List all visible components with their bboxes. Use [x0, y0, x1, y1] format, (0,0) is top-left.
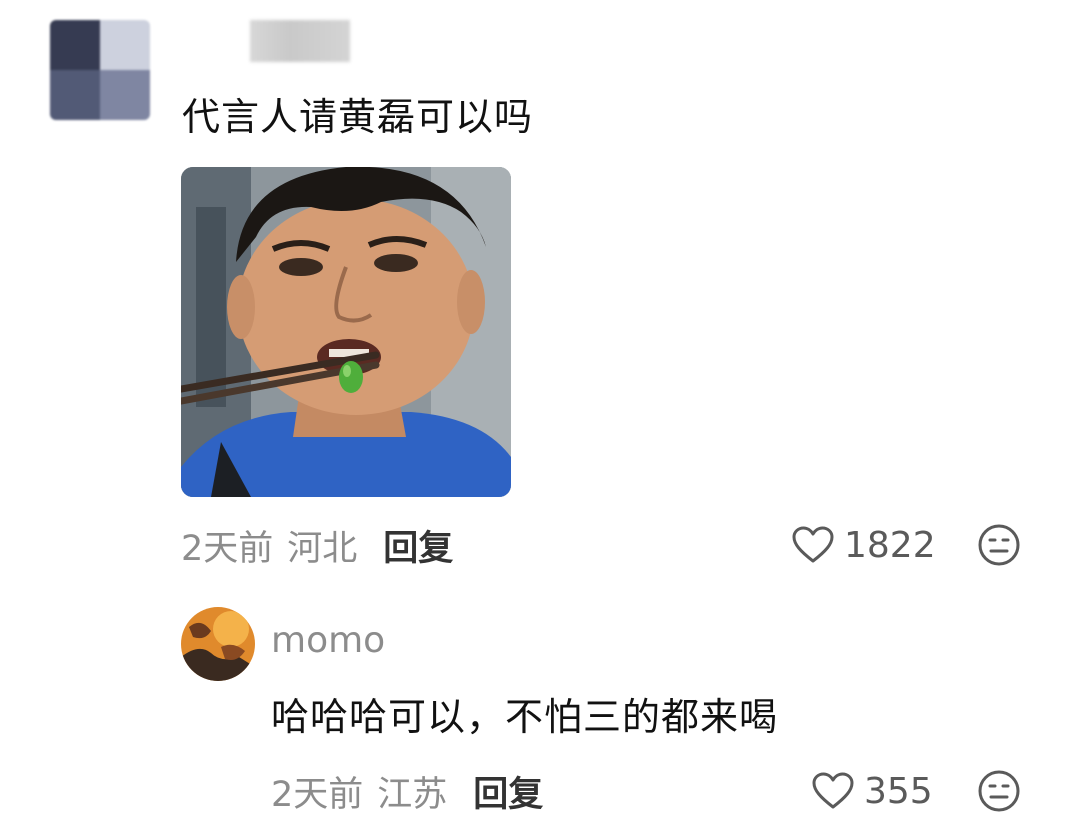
heart-outline-icon	[792, 526, 834, 563]
meh-face-icon[interactable]	[977, 523, 1021, 567]
comment-like-count: 1822	[844, 524, 936, 566]
sticker-illustration	[181, 167, 511, 497]
reply-like-button[interactable]: 355	[812, 768, 933, 814]
avatar-tile	[50, 20, 100, 70]
reply-like-count: 355	[864, 770, 933, 812]
reply-reply-button[interactable]: 回复	[473, 766, 543, 817]
reply-text: 哈哈哈可以，不怕三的都来喝	[271, 695, 779, 739]
comment-like-button[interactable]: 1822	[792, 522, 936, 568]
reply-meta: 2天前 江苏 回复	[271, 766, 543, 817]
comment-meta: 2天前 河北 回复	[181, 520, 453, 571]
avatar-tile	[100, 70, 150, 120]
reply-avatar[interactable]	[181, 607, 255, 681]
commenter-name-blurred	[250, 20, 350, 62]
reply-avatar-image	[181, 607, 255, 681]
comment-time: 2天前	[181, 528, 274, 569]
commenter-avatar[interactable]	[50, 20, 150, 120]
avatar-tile	[50, 70, 100, 120]
comment-text: 代言人请黄磊可以吗	[182, 95, 534, 139]
reply-button[interactable]: 回复	[383, 520, 453, 571]
heart-outline-icon	[812, 772, 854, 809]
comment-sticker-image[interactable]	[181, 167, 511, 497]
comment-location: 河北	[287, 528, 358, 569]
reply-time: 2天前	[271, 774, 364, 815]
reply-location: 江苏	[377, 774, 448, 815]
reply-username[interactable]: momo	[271, 618, 385, 664]
avatar-tile	[100, 20, 150, 70]
meh-face-icon[interactable]	[977, 769, 1021, 813]
